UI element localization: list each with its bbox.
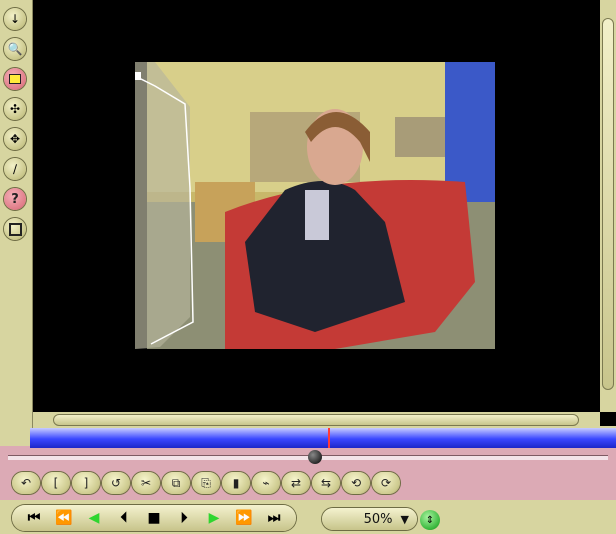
play-icon[interactable]: ▶ [202, 508, 226, 528]
timeline-bar[interactable] [30, 428, 616, 448]
frame-tool-icon[interactable] [4, 218, 26, 240]
zoom-dropdown[interactable]: 50% ▼ [322, 508, 417, 530]
position-slider-knob[interactable] [308, 450, 322, 464]
play-reverse-icon[interactable]: ◀ [82, 508, 106, 528]
vertical-scroll-thumb[interactable] [602, 18, 614, 390]
fast-forward-icon[interactable]: ⏩ [232, 508, 256, 528]
clip-icon[interactable]: ↺ [102, 472, 130, 494]
swap-alt-icon[interactable]: ⇆ [312, 472, 340, 494]
zoom-tool-icon[interactable]: 🔍 [4, 38, 26, 60]
stop-icon[interactable]: ■ [142, 508, 166, 528]
video-frame[interactable] [135, 62, 495, 349]
highlight-tool-icon[interactable] [4, 68, 26, 90]
tag-icon[interactable]: ⌁ [252, 472, 280, 494]
mark-out-icon[interactable]: ] [72, 472, 100, 494]
paste-icon[interactable]: ⎘ [192, 472, 220, 494]
swap-icon[interactable]: ⇄ [282, 472, 310, 494]
transform-tool-icon[interactable]: ✥ [4, 128, 26, 150]
undo-icon[interactable]: ↶ [12, 472, 40, 494]
zoom-stepper-icon[interactable]: ⇕ [420, 510, 440, 530]
go-to-end-icon[interactable]: ⏭ [262, 508, 286, 528]
step-forward-icon[interactable]: ⏵ [172, 508, 196, 528]
vertical-scrollbar[interactable] [600, 0, 616, 412]
pen-tool-icon[interactable]: ∕ [4, 158, 26, 180]
copy-icon[interactable]: ⧉ [162, 472, 190, 494]
zoom-value: 50% [363, 511, 393, 527]
mark-in-icon[interactable]: [ [42, 472, 70, 494]
timeline-playhead[interactable] [328, 428, 330, 448]
levels-icon[interactable]: ▮ [222, 472, 250, 494]
chevron-down-icon[interactable]: ▼ [401, 513, 409, 526]
help-tool-icon[interactable]: ? [4, 188, 26, 210]
pointer-tool-icon[interactable]: ↓ [4, 8, 26, 30]
step-back-icon[interactable]: ⏴ [112, 508, 136, 528]
rotate-left-icon[interactable]: ⟲ [342, 472, 370, 494]
horizontal-scroll-thumb[interactable] [53, 414, 579, 426]
move-tool-icon[interactable]: ✣ [4, 98, 26, 120]
horizontal-scrollbar[interactable] [33, 412, 600, 428]
tool-strip: ↓ 🔍 ✣ ✥ ∕ ? [0, 0, 33, 430]
cut-icon[interactable]: ✂ [132, 472, 160, 494]
go-to-start-icon[interactable]: ⏮ [22, 508, 46, 528]
fast-rewind-icon[interactable]: ⏪ [52, 508, 76, 528]
rotate-right-icon[interactable]: ⟳ [372, 472, 400, 494]
